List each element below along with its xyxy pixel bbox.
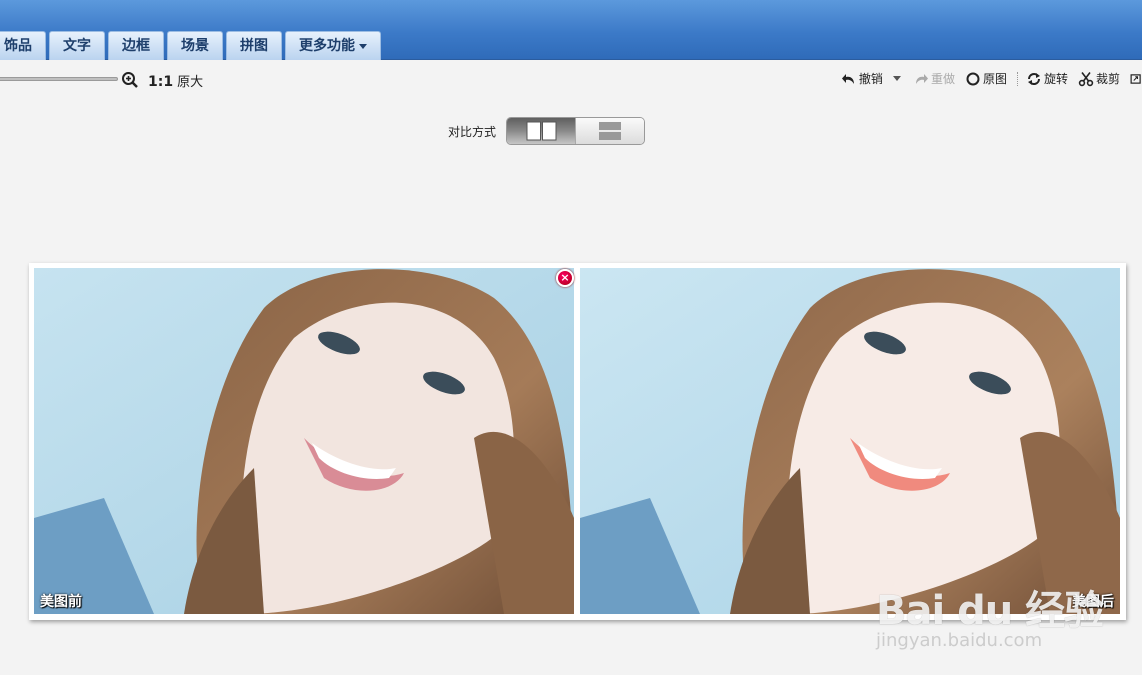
side-by-side-button[interactable] xyxy=(507,118,576,144)
redo-label: 重做 xyxy=(930,72,955,86)
portrait-image xyxy=(34,268,574,614)
rotate-icon xyxy=(1027,72,1040,85)
scissors-icon xyxy=(1078,71,1094,86)
tab-more-features[interactable]: 更多功能 xyxy=(285,31,381,60)
split-vertical-icon xyxy=(526,121,557,141)
toolbar-divider xyxy=(1016,71,1018,86)
actual-size-label: 原大 xyxy=(177,75,204,90)
after-photo: 美图后 xyxy=(580,268,1120,614)
before-label: 美图前 xyxy=(40,594,82,610)
resize-icon xyxy=(1130,73,1141,84)
feature-tabs: 饰品 文字 边框 场景 拼图 更多功能 xyxy=(0,31,381,60)
redo-icon xyxy=(915,73,928,84)
undo-history-dropdown[interactable] xyxy=(892,76,901,81)
zoom-slider[interactable] xyxy=(0,77,118,81)
split-horizontal-icon xyxy=(599,122,622,140)
crop-button[interactable]: 裁剪 xyxy=(1078,70,1120,87)
crop-label: 裁剪 xyxy=(1095,72,1120,86)
tab-text[interactable]: 文字 xyxy=(49,31,105,60)
actual-size-ratio: 1:1 xyxy=(148,74,174,90)
top-bottom-button[interactable] xyxy=(575,118,645,144)
edit-tools: 撤销 重做 原图 旋转 裁剪 xyxy=(841,70,1142,87)
actual-size-button[interactable]: 1:1 原大 xyxy=(148,71,203,90)
tab-frames[interactable]: 边框 xyxy=(108,31,164,60)
undo-label: 撤销 xyxy=(858,72,883,86)
compare-mode-label: 对比方式 xyxy=(448,124,497,139)
toolbar: 1:1 原大 撤销 重做 原图 旋转 裁剪 xyxy=(0,60,1142,98)
undo-icon xyxy=(841,73,854,84)
undo-button[interactable]: 撤销 xyxy=(841,70,883,87)
resize-button[interactable] xyxy=(1130,71,1142,87)
circle-icon xyxy=(966,72,980,85)
tab-accessories[interactable]: 饰品 xyxy=(0,31,46,60)
tab-collage[interactable]: 拼图 xyxy=(226,31,282,60)
after-label: 美图后 xyxy=(1072,594,1114,610)
original-label: 原图 xyxy=(982,72,1007,86)
caret-down-icon xyxy=(359,43,367,49)
rotate-label: 旋转 xyxy=(1043,72,1068,86)
portrait-image xyxy=(580,268,1120,614)
tab-more-label: 更多功能 xyxy=(299,38,355,54)
original-button[interactable]: 原图 xyxy=(965,70,1007,87)
zoom-in-icon[interactable] xyxy=(121,71,139,89)
close-icon[interactable]: × xyxy=(556,269,574,287)
redo-button[interactable]: 重做 xyxy=(913,70,955,87)
before-photo: 美图前 xyxy=(34,268,574,614)
compare-mode-toggle xyxy=(506,117,646,145)
rotate-button[interactable]: 旋转 xyxy=(1026,70,1068,87)
tab-scenes[interactable]: 场景 xyxy=(167,31,223,60)
top-tab-bar: 饰品 文字 边框 场景 拼图 更多功能 xyxy=(0,0,1142,60)
watermark-url: jingyan.baidu.com xyxy=(876,630,1043,651)
compare-mode-control: 对比方式 xyxy=(448,117,646,145)
photo-comparison-frame: 美图前 × 美图后 xyxy=(29,263,1126,620)
